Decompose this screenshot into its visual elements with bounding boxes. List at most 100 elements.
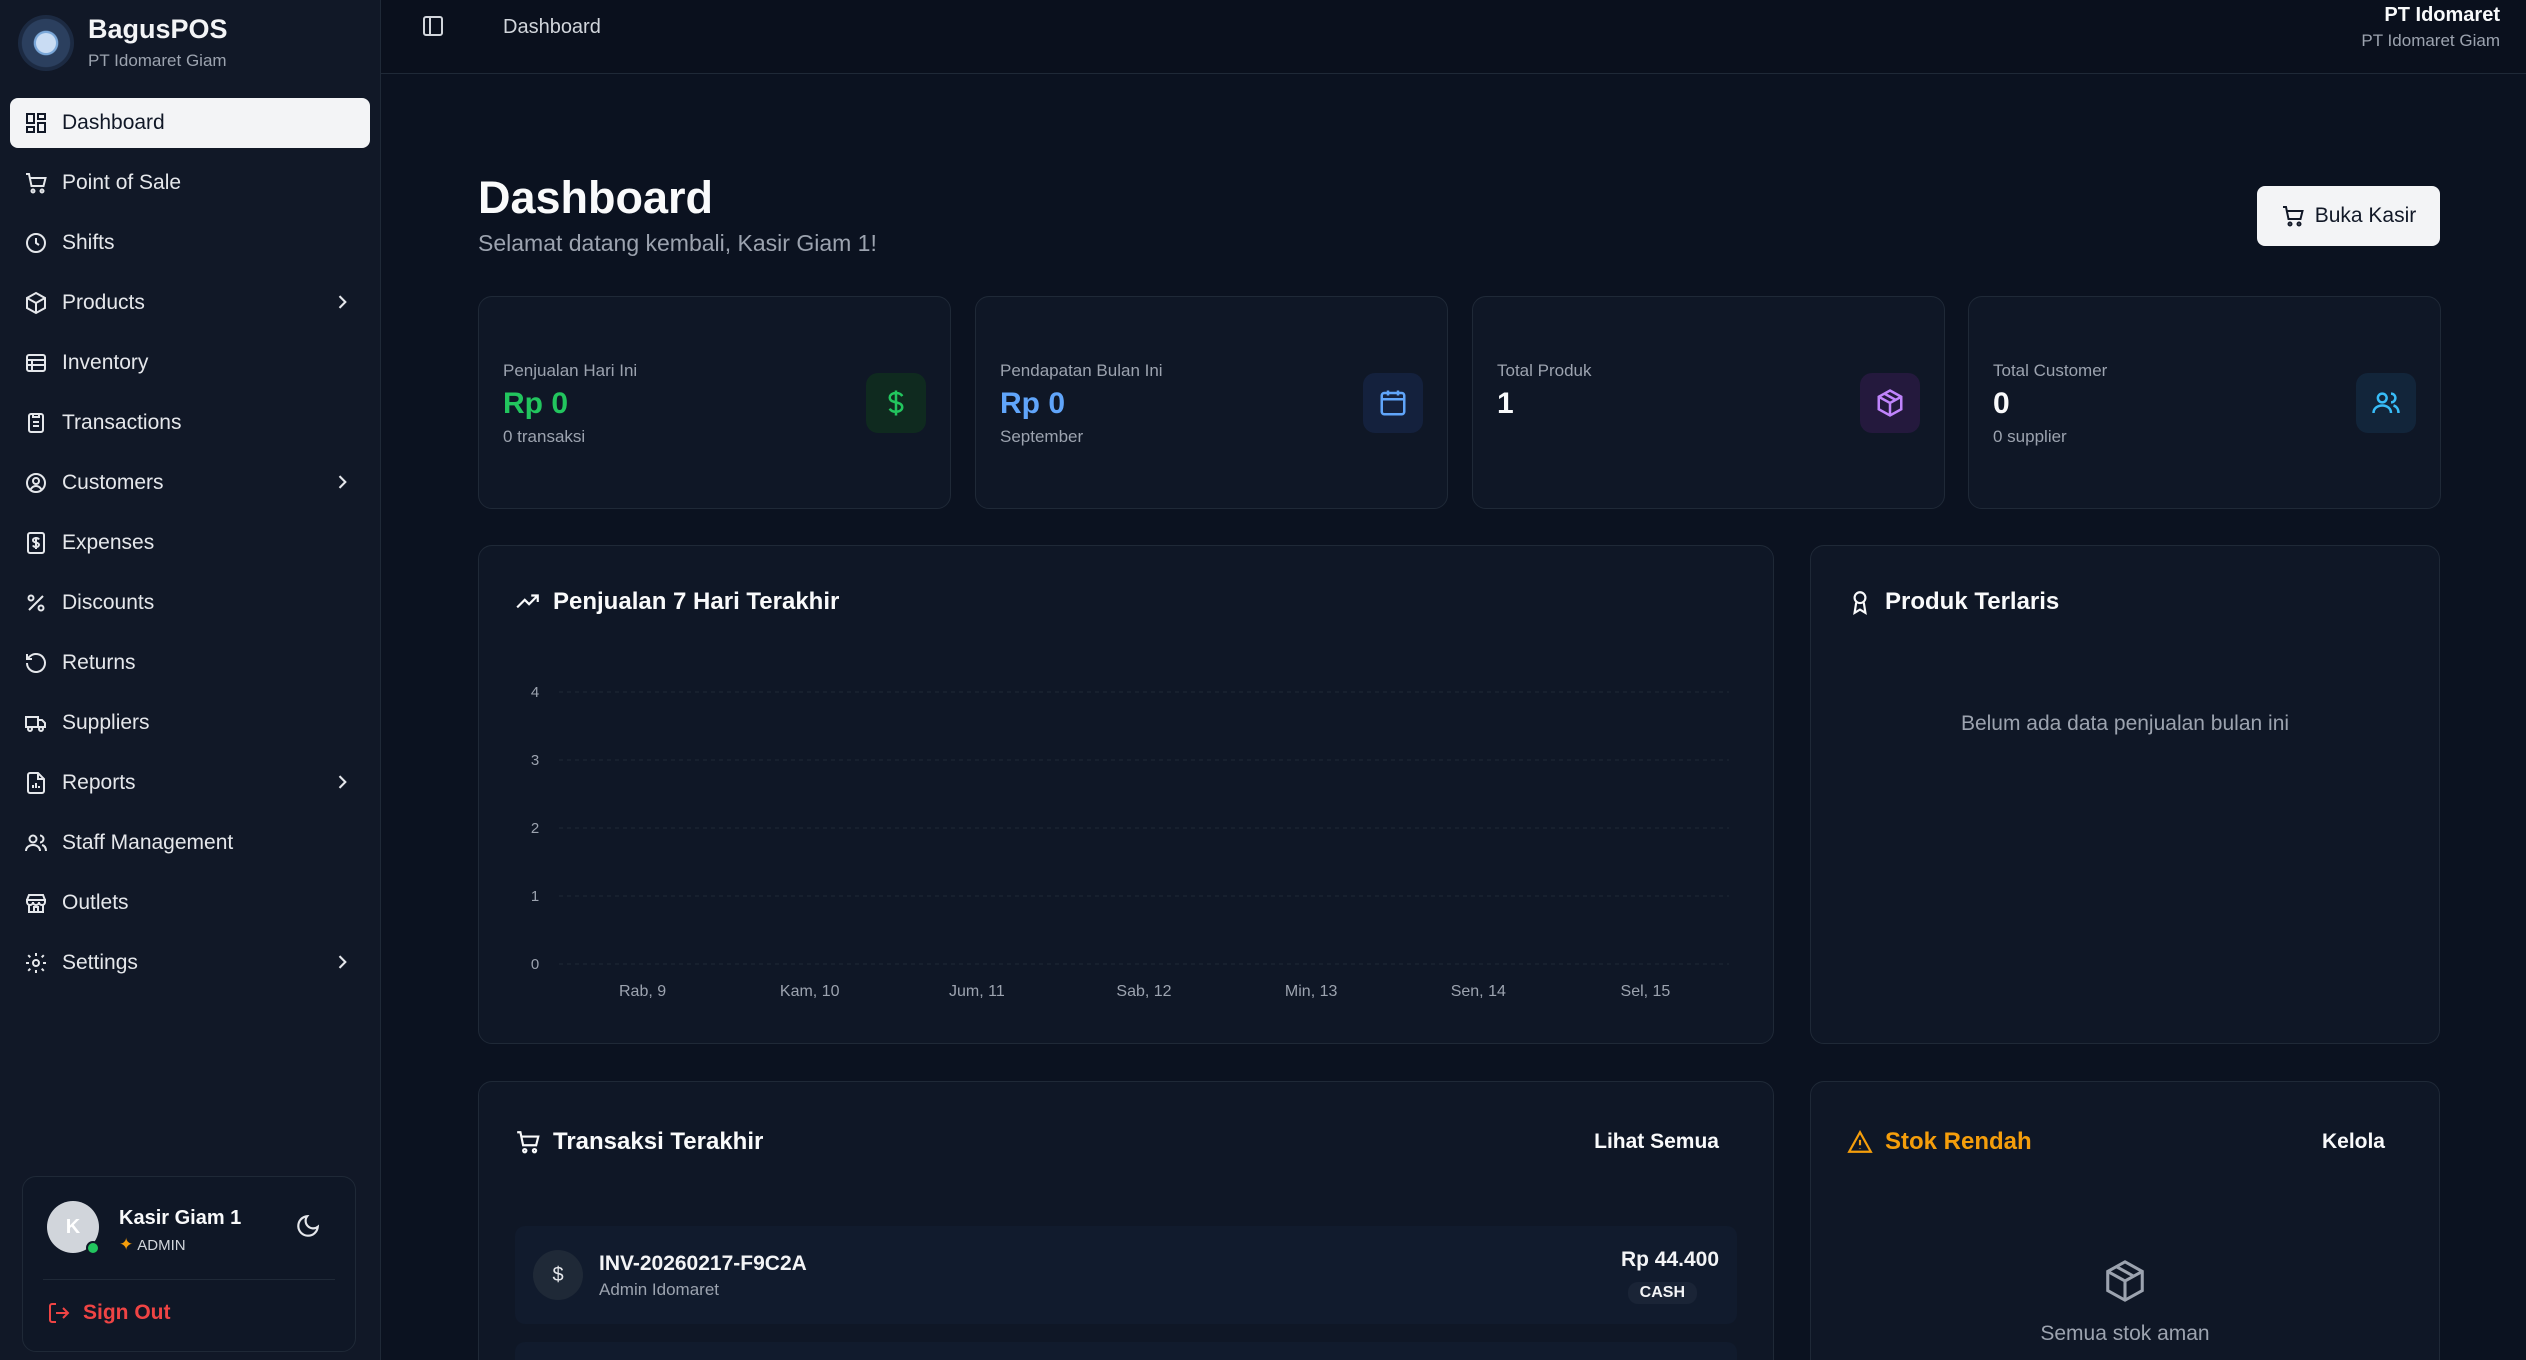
dollar-icon: $ — [533, 1250, 583, 1300]
stat-sub: 0 transaksi — [503, 427, 586, 446]
stat-sub: 0 supplier — [1993, 427, 2067, 446]
stat-label: Pendapatan Bulan Ini — [1000, 361, 1163, 380]
recent-transactions-title: Transaksi Terakhir — [553, 1128, 764, 1155]
sidebar-item-staff-management[interactable]: Staff Management — [10, 818, 370, 868]
sidebar-item-label: Transactions — [62, 411, 182, 434]
sidebar-item-inventory[interactable]: Inventory — [10, 338, 370, 388]
see-all-link[interactable]: Lihat Semua — [1594, 1130, 1719, 1154]
sidebar-item-dashboard[interactable]: Dashboard — [10, 98, 370, 148]
chevron-right-icon — [338, 295, 347, 309]
sign-out-label: Sign Out — [83, 1301, 171, 1324]
best-sellers-title: Produk Terlaris — [1885, 588, 2060, 615]
user-role: ✦ ADMIN — [119, 1235, 186, 1255]
open-cashier-button[interactable]: Buka Kasir — [2257, 186, 2440, 246]
sidebar-item-shifts[interactable]: Shifts — [10, 218, 370, 268]
stat-label: Penjualan Hari Ini — [503, 361, 638, 380]
x-tick-label: Kam, 10 — [780, 983, 840, 1000]
open-cashier-label: Buka Kasir — [2314, 204, 2417, 227]
dollar-icon — [866, 373, 926, 433]
sidebar-item-returns[interactable]: Returns — [10, 638, 370, 688]
topbar: Dashboard PT Idomaret PT Idomaret Giam — [381, 0, 2526, 74]
low-stock-title: Stok Rendah — [1885, 1128, 2032, 1155]
sidebar-item-settings[interactable]: Settings — [10, 938, 370, 988]
sidebar-item-customers[interactable]: Customers — [10, 458, 370, 508]
chevron-right-icon — [338, 775, 347, 789]
org-name: PT Idomaret — [2384, 4, 2500, 26]
stat-label: Total Customer — [1993, 361, 2108, 380]
x-tick-label: Jum, 11 — [949, 983, 1005, 1000]
best-sellers-card: Produk Terlaris Belum ada data penjualan… — [1810, 545, 2440, 1044]
transaction-row[interactable]: $ INV-20260217-F9C2A Admin Idomaret Rp 4… — [515, 1226, 1737, 1324]
sidebar-item-label: Shifts — [62, 231, 115, 254]
sidebar-item-expenses[interactable]: Expenses — [10, 518, 370, 568]
page-subtitle: Selamat datang kembali, Kasir Giam 1! — [478, 230, 877, 256]
brand-name: BagusPOS — [88, 14, 228, 44]
stat-card-total-products: Total Produk 1 — [1472, 296, 1945, 509]
stat-card-sales-today: Penjualan Hari Ini Rp 0 0 transaksi — [478, 296, 951, 509]
stat-card-monthly-revenue: Pendapatan Bulan Ini Rp 0 September — [975, 296, 1448, 509]
sidebar-item-discounts[interactable]: Discounts — [10, 578, 370, 628]
sidebar-item-suppliers[interactable]: Suppliers — [10, 698, 370, 748]
brand[interactable]: BagusPOS PT Idomaret Giam — [18, 14, 228, 71]
truck-icon — [25, 716, 46, 732]
sidebar-item-reports[interactable]: Reports — [10, 758, 370, 808]
sign-out-button[interactable]: Sign Out — [47, 1301, 171, 1325]
low-stock-card: Stok Rendah Kelola Semua stok aman — [1810, 1081, 2440, 1360]
x-tick-label: Sab, 12 — [1116, 983, 1171, 1000]
stat-value: Rp 0 — [503, 387, 569, 420]
org-info: PT Idomaret PT Idomaret Giam — [2361, 4, 2500, 51]
sidebar-item-products[interactable]: Products — [10, 278, 370, 328]
sidebar-item-label: Returns — [62, 651, 136, 674]
chevron-right-icon — [338, 475, 347, 489]
user-name: Kasir Giam 1 — [119, 1207, 242, 1229]
card-title: Transaksi Terakhir — [515, 1128, 763, 1156]
sidebar-item-label: Customers — [62, 471, 164, 494]
sidebar-toggle-icon[interactable] — [421, 14, 445, 38]
user-role-label: ADMIN — [137, 1236, 186, 1254]
manage-link[interactable]: Kelola — [2322, 1130, 2385, 1154]
y-tick-label: 1 — [531, 888, 539, 905]
stat-value: 1 — [1497, 387, 1514, 420]
users-icon — [2356, 373, 2416, 433]
moon-icon[interactable] — [295, 1213, 321, 1239]
sidebar-item-label: Reports — [62, 771, 136, 794]
sidebar-item-label: Settings — [62, 951, 138, 974]
sidebar-item-outlets[interactable]: Outlets — [10, 878, 370, 928]
transaction-row[interactable] — [515, 1342, 1737, 1360]
sidebar-item-transactions[interactable]: Transactions — [10, 398, 370, 448]
transaction-id: INV-20260217-F9C2A — [599, 1252, 807, 1275]
report-icon — [27, 772, 45, 794]
x-tick-label: Min, 13 — [1285, 983, 1338, 1000]
x-tick-label: Sen, 14 — [1451, 983, 1506, 1000]
sales-chart: 0 1 2 3 4 Rab, 9 Kam, 10 Jum, 11 Sab, 12 Min, 13 S… — [531, 684, 1729, 1000]
brand-logo — [18, 14, 74, 71]
inventory-icon — [26, 354, 46, 372]
breadcrumb[interactable]: Dashboard — [503, 16, 601, 39]
sidebar-item-label: Staff Management — [62, 831, 234, 854]
y-tick-label: 3 — [531, 752, 539, 769]
warning-icon — [1847, 1130, 1873, 1153]
y-tick-label: 2 — [531, 820, 539, 837]
logout-icon — [49, 1303, 70, 1323]
page-title: Dashboard — [478, 172, 714, 223]
sidebar-item-label: Dashboard — [62, 111, 165, 134]
package-icon — [1860, 373, 1920, 433]
user-circle-icon — [26, 473, 46, 493]
cart-icon — [2282, 206, 2304, 227]
transaction-user: Admin Idomaret — [599, 1280, 719, 1299]
calendar-icon — [1363, 373, 1423, 433]
return-icon — [26, 653, 46, 673]
card-title: Produk Terlaris — [1847, 588, 2059, 616]
cart-icon — [26, 173, 47, 194]
cart-icon — [517, 1131, 540, 1154]
x-tick-label: Rab, 9 — [619, 983, 666, 1000]
clock-icon — [26, 233, 46, 253]
sidebar-item-label: Point of Sale — [62, 171, 182, 194]
card-title: Stok Rendah — [1847, 1128, 2032, 1156]
gear-icon — [26, 953, 46, 973]
sales-chart-card: Penjualan 7 Hari Terakhir 0 1 2 3 4 Rab, 9 Kam… — [478, 545, 1774, 1044]
y-tick-label: 4 — [531, 684, 539, 701]
sidebar-item-point-of-sale[interactable]: Point of Sale — [10, 158, 370, 208]
y-tick-label: 0 — [531, 956, 539, 973]
package-icon — [1811, 1258, 2439, 1304]
